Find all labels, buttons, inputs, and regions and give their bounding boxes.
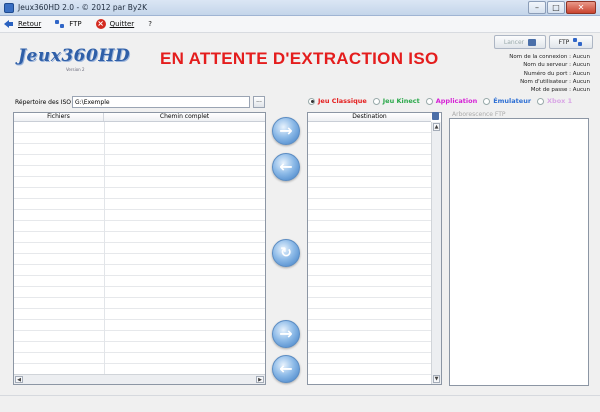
- server-name: Nom du serveur : Aucun: [523, 62, 590, 69]
- radio-label: Émulateur: [493, 97, 532, 105]
- refresh-icon: ↻: [280, 245, 292, 261]
- lancer-button[interactable]: Lancer: [494, 35, 546, 49]
- radio-dot: [372, 97, 380, 105]
- radio-jeu-kinect[interactable]: Jeu Kinect: [372, 97, 420, 105]
- scroll-up-button[interactable]: ▲: [433, 123, 440, 131]
- scroll-right-button[interactable]: ▶: [256, 376, 264, 383]
- download-ftp-button[interactable]: ←: [272, 355, 300, 383]
- back-arrow-icon: [4, 19, 14, 29]
- radio-xbox-1[interactable]: Xbox 1: [537, 97, 572, 105]
- window-controls: – □ ✕: [528, 1, 596, 14]
- game-type-radios: Jeu Classique Jeu Kinect Application Ému…: [308, 97, 574, 105]
- destination-list[interactable]: Destination ▲ ▼: [307, 112, 442, 385]
- radio-emulateur[interactable]: Émulateur: [483, 97, 531, 105]
- radio-dot: [483, 97, 491, 105]
- lancer-label: Lancer: [503, 38, 525, 46]
- radio-dot: [425, 97, 433, 105]
- menu-quit-label: Quitter: [109, 20, 135, 28]
- app-logo: Jeux360HD: [18, 46, 131, 66]
- console-icon: [528, 38, 537, 46]
- remove-from-destination-button[interactable]: ←: [272, 153, 300, 181]
- add-to-destination-button[interactable]: →: [272, 117, 300, 145]
- ftp-button-label: FTP: [558, 38, 570, 46]
- title-bar: Jeux360HD 2.0 - © 2012 par By2K – □ ✕: [0, 0, 600, 16]
- menu-back[interactable]: Retour: [4, 19, 41, 29]
- window-title: Jeux360HD 2.0 - © 2012 par By2K: [18, 3, 147, 12]
- menu-help-label: ?: [148, 20, 152, 28]
- files-table-rows[interactable]: [14, 122, 265, 374]
- files-table-header: Fichiers Chemin complet: [14, 113, 265, 122]
- radio-dot: [308, 97, 315, 105]
- ftp-tree-label: Arborescence FTP: [451, 111, 507, 118]
- connection-name: Nom de la connexion : Aucun: [509, 54, 590, 60]
- network-icon: [573, 37, 583, 47]
- status-bar: [0, 395, 600, 412]
- password: Mot de passe : Aucun: [530, 87, 590, 94]
- browse-button[interactable]: ...: [253, 96, 265, 108]
- files-horizontal-scrollbar[interactable]: ◀ ▶: [14, 374, 265, 384]
- iso-dir-label: Répertoire des ISO :: [15, 99, 75, 106]
- refresh-button[interactable]: ↻: [272, 239, 300, 267]
- menu-bar: Retour FTP × Quitter ?: [0, 16, 600, 33]
- iso-dir-input[interactable]: [72, 96, 250, 108]
- network-icon: [55, 19, 65, 29]
- radio-label: Jeu Kinect: [382, 97, 420, 105]
- ftp-button[interactable]: FTP: [549, 35, 593, 49]
- destination-rows[interactable]: [308, 122, 431, 384]
- connection-info: Nom de la connexion : Aucun Nom du serve…: [509, 53, 590, 94]
- menu-ftp-label: FTP: [69, 20, 82, 28]
- minimize-button[interactable]: –: [528, 1, 546, 14]
- radio-label: Jeu Classique: [318, 97, 367, 105]
- maximize-button[interactable]: □: [547, 1, 565, 14]
- port-number: Numéro du port : Aucun: [523, 70, 590, 77]
- menu-help[interactable]: ?: [148, 20, 152, 28]
- scroll-down-button[interactable]: ▼: [433, 375, 440, 383]
- radio-jeu-classique[interactable]: Jeu Classique: [308, 97, 367, 105]
- arrow-left-icon: ←: [279, 359, 293, 378]
- files-table[interactable]: Fichiers Chemin complet ◀ ▶: [13, 112, 266, 385]
- menu-quit[interactable]: × Quitter: [95, 19, 135, 29]
- menu-back-label: Retour: [18, 20, 42, 28]
- destination-header: Destination: [308, 113, 431, 122]
- trash-icon[interactable]: [432, 112, 439, 120]
- app-icon: [4, 3, 14, 13]
- arrow-right-icon: →: [279, 324, 293, 343]
- upload-ftp-button[interactable]: →: [272, 320, 300, 348]
- status-title: EN ATTENTE D'EXTRACTION ISO: [160, 49, 439, 68]
- username: Nom d'utilisateur : Aucun: [520, 78, 590, 85]
- radio-label: Xbox 1: [547, 97, 573, 105]
- ftp-tree-panel[interactable]: [449, 118, 589, 386]
- radio-label: Application: [435, 97, 478, 105]
- col-full-path[interactable]: Chemin complet: [104, 113, 265, 121]
- close-button[interactable]: ✕: [566, 1, 596, 14]
- menu-ftp[interactable]: FTP: [55, 19, 82, 29]
- radio-application[interactable]: Application: [425, 97, 478, 105]
- scroll-left-button[interactable]: ◀: [15, 376, 23, 383]
- destination-vertical-scrollbar[interactable]: ▲ ▼: [431, 122, 441, 384]
- app-version: Version 2: [66, 67, 85, 72]
- radio-dot: [537, 97, 545, 105]
- col-files[interactable]: Fichiers: [14, 113, 104, 121]
- arrow-right-icon: →: [279, 121, 293, 140]
- arrow-left-icon: ←: [279, 157, 293, 176]
- close-circle-icon: ×: [95, 19, 106, 29]
